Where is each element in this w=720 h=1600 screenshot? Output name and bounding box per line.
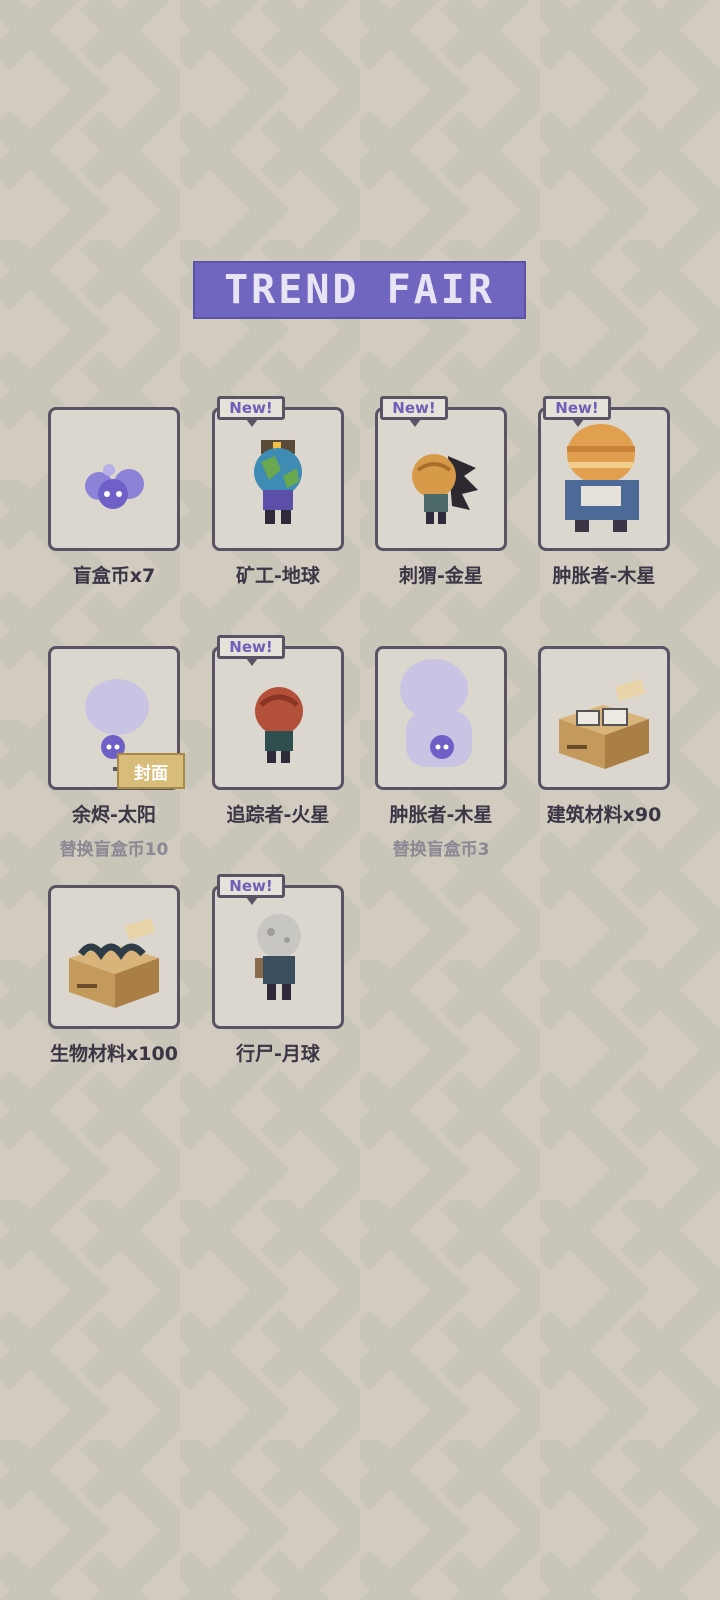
reward-frame: 封面 [48,646,185,790]
reward-card[interactable]: 盲盒币x7 [48,407,180,588]
reward-card[interactable]: New! 行尸-月球 [212,874,344,1066]
cover-tag: 封面 [113,753,185,789]
reward-frame: New! [212,874,344,1029]
hedgehog-venus-sprite-icon [412,454,478,524]
reward-card[interactable]: 封面 余烬-太阳 替换盲盒币10 [48,646,185,860]
blind-box-coin-icon [85,464,144,509]
miner-earth-sprite-icon [254,440,302,524]
reward-card[interactable]: 生物材料x100 [48,885,180,1066]
reward-card[interactable]: 建筑材料x90 [538,646,670,827]
new-badge: New! [217,874,285,905]
reward-card[interactable]: New! 矿工-地球 [212,396,344,588]
bloater-jupiter-sprite-icon [565,424,639,532]
reward-name: 肿胀者-木星 [552,565,656,587]
reward-name: 矿工-地球 [236,565,320,587]
zombie-moon-sprite-icon [255,914,301,1000]
reward-frame [48,407,180,551]
reward-frame [375,646,507,790]
reward-frame: New! [538,396,670,551]
new-badge: New! [543,396,611,427]
building-material-box-icon [559,679,649,769]
replacement-note: 替换盲盒币3 [392,840,490,860]
reward-name: 余烬-太阳 [72,804,156,826]
reward-name: 盲盒币x7 [72,565,156,587]
reward-frame: New! [212,635,344,790]
reward-frame [538,646,670,790]
reward-card[interactable]: New! 肿胀者-木星 [538,396,670,588]
reward-name: 建筑材料x90 [546,804,662,826]
reward-card[interactable]: 肿胀者-木星 替换盲盒币3 [375,646,507,860]
reward-card[interactable]: New! 刺猬-金星 [375,396,507,588]
reward-name: 行尸-月球 [236,1043,320,1065]
reward-name: 刺猬-金星 [399,565,483,587]
reward-frame: New! [375,396,507,551]
biological-material-box-icon [69,918,159,1008]
reward-card[interactable]: New! 追踪者-火星 [212,635,344,827]
reward-name: 生物材料x100 [50,1043,178,1065]
new-badge: New! [217,396,285,427]
reward-frame [48,885,180,1029]
bloater-jupiter-silhouette-icon [400,659,472,767]
reward-grid: 盲盒币x7 New! 矿工-地球 New! 刺猬-金星 New! 肿胀者-木星 … [0,0,720,1600]
new-badge: New! [217,635,285,666]
replacement-note: 替换盲盒币10 [59,840,169,860]
new-badge: New! [380,396,448,427]
reward-name: 肿胀者-木星 [389,804,493,826]
tracker-mars-sprite-icon [255,687,303,763]
reward-name: 追踪者-火星 [226,804,330,826]
reward-frame: New! [212,396,344,551]
